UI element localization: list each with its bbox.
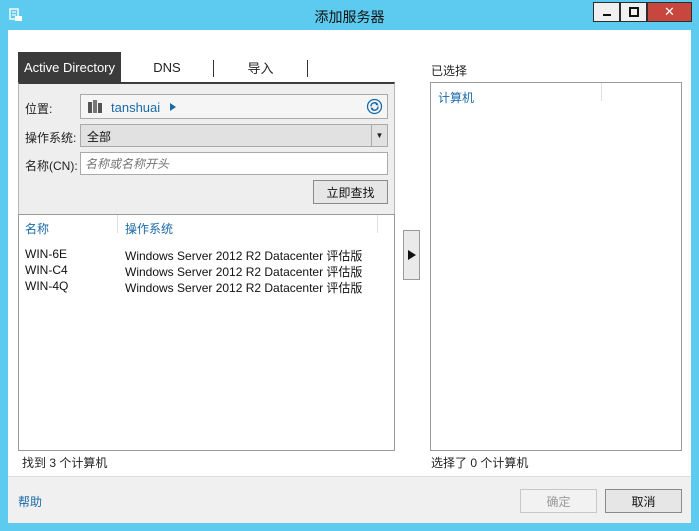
table-row[interactable]: WIN-6E Windows Server 2012 R2 Datacenter… [25, 247, 385, 263]
location-value: tanshuai [111, 100, 161, 115]
arrow-right-icon [407, 250, 416, 260]
found-count: 找到 3 个计算机 [22, 456, 108, 470]
title-bar[interactable]: 添加服务器 ✕ [0, 0, 699, 30]
add-to-selected-button[interactable] [403, 230, 420, 280]
cancel-button[interactable]: 取消 [605, 489, 682, 513]
os-select[interactable]: 全部 ▼ [80, 124, 388, 147]
column-divider[interactable] [601, 83, 602, 101]
close-button[interactable]: ✕ [647, 2, 692, 22]
os-label: 操作系统: [25, 131, 77, 145]
row-os: Windows Server 2012 R2 Datacenter 评估版 [125, 265, 363, 279]
column-divider[interactable] [377, 215, 378, 233]
selected-count: 选择了 0 个计算机 [431, 456, 529, 470]
maximize-icon [628, 7, 639, 17]
ok-button[interactable]: 确定 [520, 489, 597, 513]
results-list[interactable]: 名称 操作系统 WIN-6E Windows Server 2012 R2 Da… [18, 214, 395, 451]
close-icon: ✕ [664, 4, 675, 19]
selected-label: 已选择 [431, 64, 468, 78]
column-header-os[interactable]: 操作系统 [125, 220, 173, 237]
row-os: Windows Server 2012 R2 Datacenter 评估版 [125, 281, 363, 295]
column-divider[interactable] [117, 215, 118, 233]
tab-import[interactable]: 导入 [214, 52, 307, 82]
name-label: 名称(CN): [25, 159, 78, 173]
maximize-button[interactable] [620, 2, 647, 22]
tab-dns[interactable]: DNS [121, 52, 213, 82]
name-input[interactable] [81, 153, 387, 174]
column-header-computer[interactable]: 计算机 [438, 89, 474, 106]
help-link[interactable]: 帮助 [18, 493, 42, 510]
tab-divider [307, 60, 308, 77]
name-field[interactable] [80, 152, 388, 175]
find-now-button[interactable]: 立即查找 [313, 180, 388, 204]
row-name: WIN-C4 [25, 263, 68, 277]
os-value: 全部 [87, 130, 112, 144]
location-field[interactable]: tanshuai [80, 94, 388, 119]
tab-active-directory[interactable]: Active Directory [18, 52, 121, 82]
table-row[interactable]: WIN-C4 Windows Server 2012 R2 Datacenter… [25, 263, 385, 279]
row-name: WIN-6E [25, 247, 67, 261]
column-header-name[interactable]: 名称 [25, 220, 49, 237]
minimize-button[interactable] [593, 2, 620, 22]
chevron-down-icon[interactable]: ▼ [371, 125, 387, 146]
row-os: Windows Server 2012 R2 Datacenter 评估版 [125, 249, 363, 263]
domain-icon [88, 100, 102, 113]
row-name: WIN-4Q [25, 279, 69, 293]
selected-list[interactable]: 计算机 [430, 82, 682, 451]
table-row[interactable]: WIN-4Q Windows Server 2012 R2 Datacenter… [25, 279, 385, 295]
refresh-icon[interactable] [366, 98, 383, 115]
add-servers-window: 添加服务器 ✕ Active Directory DNS 导入 位置: tans… [0, 0, 699, 531]
location-label: 位置: [25, 102, 53, 116]
chevron-right-icon[interactable] [170, 103, 176, 111]
minimize-icon [602, 14, 611, 16]
